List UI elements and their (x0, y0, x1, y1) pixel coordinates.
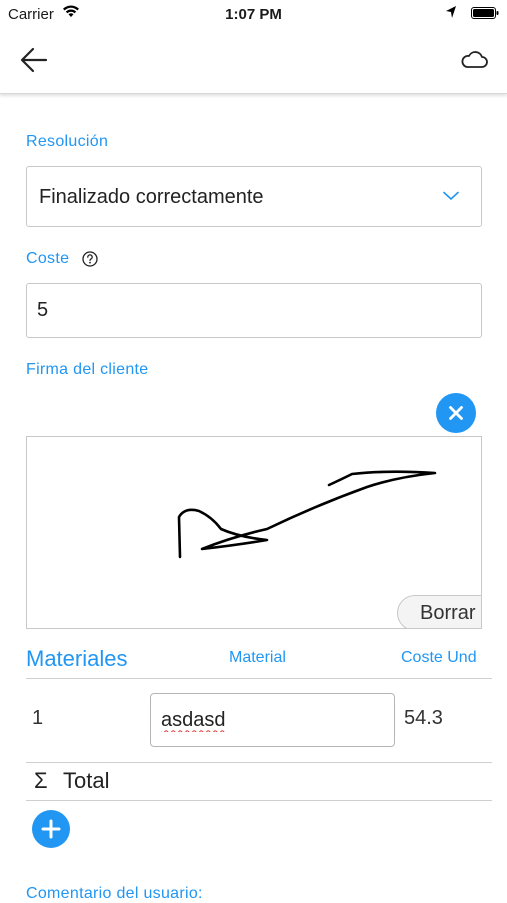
erase-signature-button[interactable]: Borrar (397, 595, 481, 628)
chevron-down-icon (443, 191, 459, 200)
materials-title: Materiales (26, 646, 128, 671)
signature-pad[interactable]: Borrar (26, 436, 482, 629)
divider (26, 678, 492, 679)
divider (26, 762, 492, 763)
comment-label: Comentario del usuario: (26, 885, 203, 902)
sigma-icon: Σ (34, 768, 48, 793)
material-field[interactable] (150, 693, 395, 747)
location-arrow-icon (446, 6, 456, 18)
resolution-label: Resolución (26, 133, 109, 150)
arrow-left-icon[interactable] (18, 44, 50, 76)
clock: 1:07 PM (225, 6, 282, 23)
help-icon[interactable] (82, 251, 98, 267)
material-input[interactable] (151, 694, 394, 746)
resolution-value: Finalizado correctamente (39, 186, 264, 208)
battery-icon (471, 7, 499, 19)
close-icon (449, 406, 463, 420)
unit-cost-column-header: Coste Und (401, 649, 477, 666)
material-column-header: Material (229, 649, 286, 666)
cost-label: Coste (26, 250, 70, 267)
plus-icon (41, 819, 61, 839)
cloud-icon[interactable] (459, 48, 489, 72)
clear-signature-button[interactable] (436, 393, 476, 433)
cost-field[interactable] (26, 283, 482, 338)
resolution-select[interactable]: Finalizado correctamente (26, 166, 482, 227)
cost-input[interactable] (27, 284, 481, 337)
total-label: Total (63, 768, 110, 793)
status-bar: Carrier 1:07 PM (0, 0, 507, 28)
material-unit-cost: 54.3 (404, 707, 443, 729)
add-material-button[interactable] (32, 810, 70, 848)
nav-bar (0, 28, 507, 94)
divider (26, 800, 492, 801)
material-row-index: 1 (32, 707, 44, 729)
signature-label: Firma del cliente (26, 361, 149, 378)
